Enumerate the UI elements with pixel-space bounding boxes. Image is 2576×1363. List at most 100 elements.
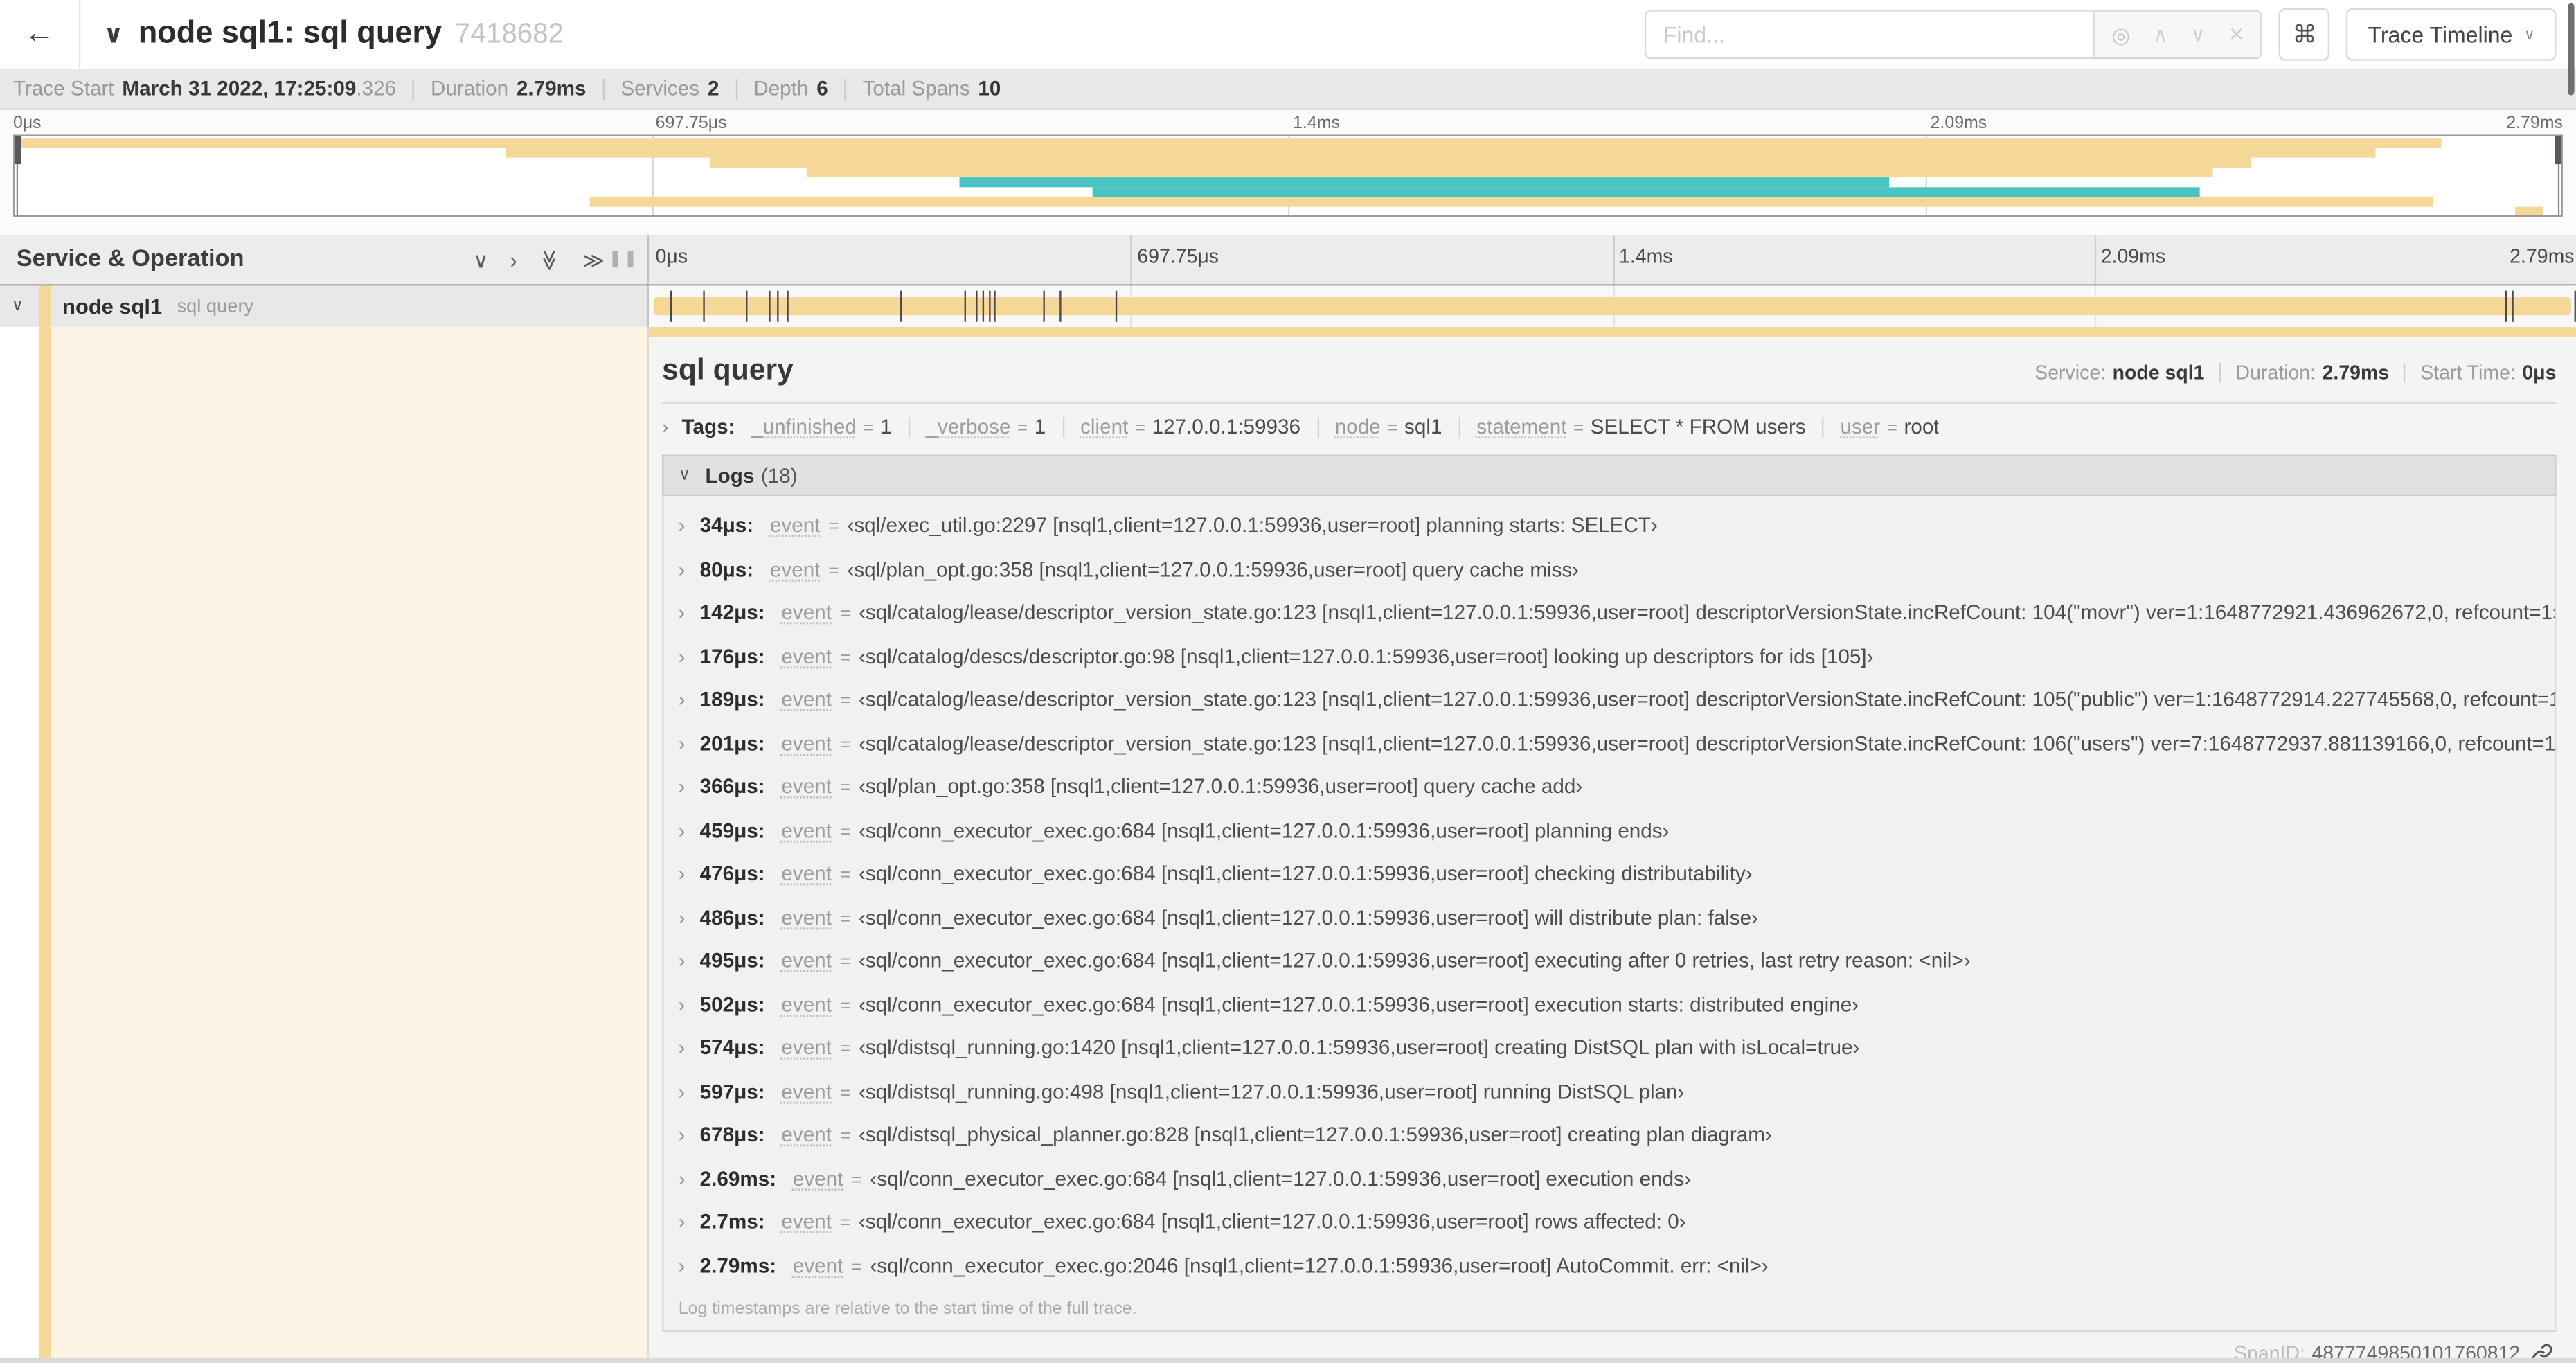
chevron-right-icon[interactable]: ›: [679, 1244, 685, 1288]
log-row[interactable]: › 495μs: event = ‹sql/conn_executor_exec.go:…: [663, 939, 2555, 983]
log-row[interactable]: › 34μs: event = ‹sql/exec_util.go:2297 [nsql…: [663, 504, 2555, 548]
log-marker[interactable]: [976, 290, 978, 322]
log-marker[interactable]: [786, 290, 788, 322]
column-resizer-grip[interactable]: ❚❚: [608, 251, 639, 269]
log-row[interactable]: › 176μs: event = ‹sql/catalog/descs/descript…: [663, 634, 2555, 678]
chevron-right-icon[interactable]: ›: [679, 591, 685, 635]
chevron-right-icon[interactable]: ›: [679, 1200, 685, 1244]
log-field-value: ‹sql/conn_executor_exec.go:684 [nsql1,cl…: [858, 949, 1971, 972]
collapse-all-icon[interactable]: ≫: [537, 248, 562, 270]
log-marker[interactable]: [670, 290, 672, 322]
chevron-right-icon[interactable]: ›: [679, 1026, 685, 1070]
chevron-right-icon[interactable]: ›: [679, 634, 685, 678]
equals-sign: =: [1387, 418, 1398, 439]
minimap-canvas[interactable]: [12, 134, 2563, 217]
chevron-right-icon[interactable]: ›: [679, 809, 685, 853]
log-marker[interactable]: [989, 290, 991, 322]
prev-match-icon[interactable]: ∧: [2154, 25, 2168, 44]
chevron-right-icon[interactable]: ›: [679, 853, 685, 896]
summary-value: March 31 2022, 17:25:09: [122, 77, 357, 100]
chevron-right-icon[interactable]: ›: [679, 678, 685, 722]
log-marker[interactable]: [2512, 290, 2514, 322]
minimap-left-handle[interactable]: [15, 136, 21, 165]
log-row[interactable]: › 502μs: event = ‹sql/conn_executor_exec.go:…: [663, 983, 2555, 1026]
minimap-right-handle[interactable]: [2555, 136, 2561, 165]
log-row[interactable]: › 459μs: event = ‹sql/conn_executor_exec.go:…: [663, 809, 2555, 853]
log-row[interactable]: › 476μs: event = ‹sql/conn_executor_exec.go:…: [663, 853, 2555, 896]
chevron-right-icon[interactable]: ›: [679, 1070, 685, 1114]
log-marker[interactable]: [964, 290, 966, 322]
vertical-scrollbar-thumb[interactable]: [2568, 3, 2575, 96]
log-marker[interactable]: [1059, 290, 1062, 322]
log-row[interactable]: › 597μs: event = ‹sql/distsql_running.go:498…: [663, 1070, 2555, 1114]
log-marker[interactable]: [900, 290, 902, 322]
trace-collapse-icon[interactable]: ∨: [103, 19, 123, 49]
log-timestamp: 2.7ms:: [699, 1210, 765, 1233]
tag-item[interactable]: _verbose = 1: [926, 416, 1046, 438]
log-marker[interactable]: [778, 290, 780, 322]
logs-header[interactable]: ∨ Logs (18): [662, 454, 2557, 497]
tag-item[interactable]: user = root: [1840, 416, 1939, 438]
log-timestamp: 189μs:: [699, 688, 765, 711]
summary-item: Services 2: [620, 77, 719, 100]
log-row[interactable]: › 2.7ms: event = ‹sql/conn_executor_exec.go:…: [663, 1200, 2555, 1244]
chevron-down-icon[interactable]: ∨: [679, 466, 690, 484]
log-row[interactable]: › 366μs: event = ‹sql/plan_opt.go:358 [nsql1…: [663, 765, 2555, 809]
log-timestamp: 142μs:: [699, 600, 765, 625]
chevron-right-icon[interactable]: ›: [679, 504, 685, 548]
back-button[interactable]: ←: [0, 0, 81, 69]
tags-row[interactable]: › Tags: _unfinished = 1 _verbose = 1 client = 12…: [649, 404, 2576, 438]
span-bar[interactable]: [654, 297, 2571, 316]
ruler-tick-label: 697.75μs: [1137, 244, 1219, 268]
chevron-right-icon[interactable]: ›: [679, 1114, 685, 1157]
chevron-right-icon[interactable]: ›: [679, 548, 685, 591]
log-field-value: ‹sql/exec_util.go:2297 [nsql1,client=127…: [847, 514, 1658, 537]
tag-item[interactable]: client = 127.0.0.1:59936: [1080, 416, 1300, 438]
view-selector-button[interactable]: Trace Timeline ∨: [2346, 8, 2557, 61]
log-marker[interactable]: [1044, 290, 1046, 322]
chevron-right-icon[interactable]: ›: [679, 983, 685, 1026]
log-row[interactable]: › 2.69ms: event = ‹sql/conn_executor_exec.go…: [663, 1157, 2555, 1200]
chevron-right-icon[interactable]: ›: [662, 416, 668, 438]
chevron-right-icon[interactable]: ›: [679, 722, 685, 765]
log-field-key: event: [781, 1210, 832, 1233]
tag-item[interactable]: statement = SELECT * FROM users: [1476, 416, 1805, 438]
log-marker[interactable]: [702, 290, 704, 322]
span-collapse-icon[interactable]: ∨: [12, 297, 35, 315]
equals-sign: =: [839, 648, 851, 668]
log-marker[interactable]: [745, 290, 747, 322]
log-marker[interactable]: [1115, 290, 1118, 322]
log-row[interactable]: › 2.79ms: event = ‹sql/conn_executor_exec.go…: [663, 1244, 2555, 1288]
log-row[interactable]: › 142μs: event = ‹sql/catalog/lease/descript…: [663, 591, 2555, 635]
log-row[interactable]: › 201μs: event = ‹sql/catalog/lease/descript…: [663, 722, 2555, 765]
tag-item[interactable]: _unfinished = 1: [751, 416, 891, 438]
chevron-right-icon[interactable]: ›: [679, 1157, 685, 1200]
chevron-right-icon[interactable]: ›: [679, 896, 685, 939]
log-field-key: event: [781, 644, 832, 668]
keyboard-shortcuts-button[interactable]: ⌘: [2279, 8, 2330, 61]
log-marker[interactable]: [769, 290, 771, 322]
left-gutter: [0, 326, 39, 1363]
tag-item[interactable]: node = sql1: [1335, 416, 1442, 438]
log-row[interactable]: › 80μs: event = ‹sql/plan_opt.go:358 [nsql1,…: [663, 548, 2555, 591]
log-row[interactable]: › 189μs: event = ‹sql/catalog/lease/descript…: [663, 678, 2555, 722]
log-marker[interactable]: [994, 290, 996, 322]
chevron-right-icon[interactable]: ›: [679, 765, 685, 809]
log-row[interactable]: › 678μs: event = ‹sql/distsql_physical_plann…: [663, 1114, 2555, 1157]
expand-one-icon[interactable]: ›: [510, 249, 517, 270]
focus-match-icon[interactable]: ◎: [2111, 24, 2130, 45]
clear-find-icon[interactable]: ✕: [2228, 25, 2245, 44]
next-match-icon[interactable]: ∨: [2191, 25, 2206, 44]
log-row[interactable]: › 574μs: event = ‹sql/distsql_running.go:142…: [663, 1026, 2555, 1070]
span-bar-cell[interactable]: [649, 285, 2576, 327]
log-marker[interactable]: [983, 290, 985, 322]
find-input[interactable]: [1645, 10, 2094, 60]
log-timestamp: 574μs:: [699, 1036, 765, 1060]
expand-all-icon[interactable]: ≫: [582, 249, 605, 270]
log-marker[interactable]: [2505, 290, 2507, 322]
log-row[interactable]: › 486μs: event = ‹sql/conn_executor_exec.go:…: [663, 896, 2555, 939]
span-row-label[interactable]: ∨ node sql1 sql query: [0, 285, 650, 327]
collapse-one-icon[interactable]: ∨: [473, 249, 489, 270]
chevron-right-icon[interactable]: ›: [679, 939, 685, 983]
log-timestamp: 34μs:: [699, 514, 754, 537]
